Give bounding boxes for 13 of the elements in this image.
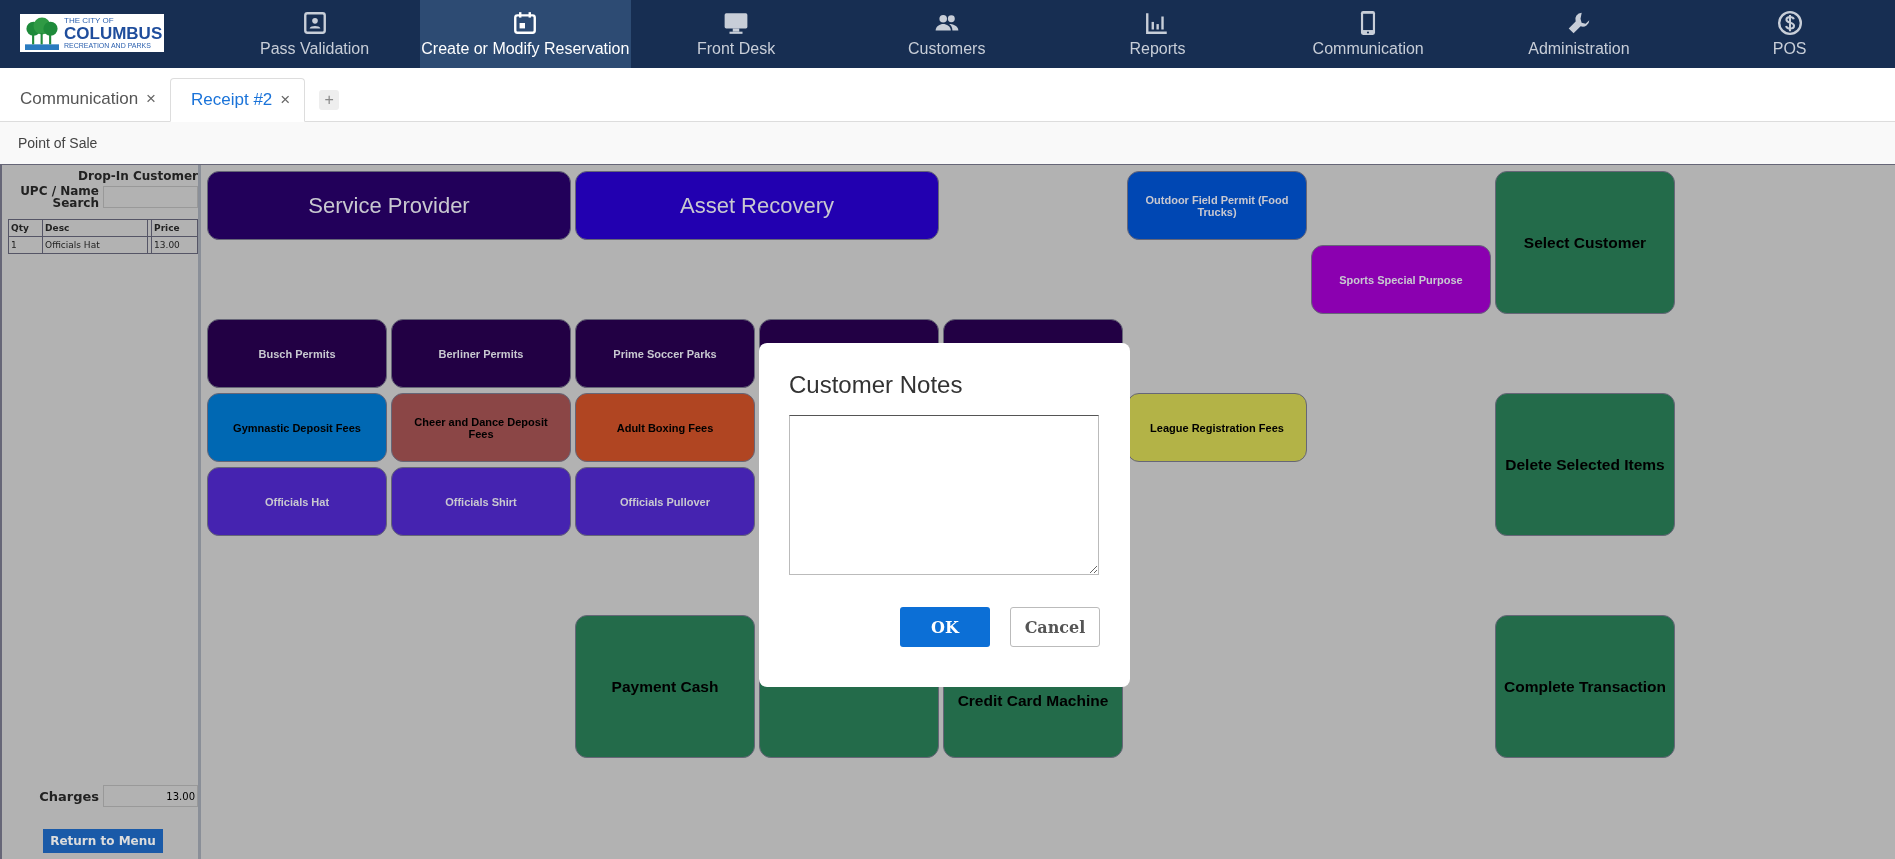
column-header: Price bbox=[151, 219, 198, 237]
column-header: Desc bbox=[42, 219, 148, 237]
table-cell: Officials Hat bbox=[42, 236, 148, 254]
table-cell: 13.00 bbox=[151, 236, 198, 254]
dialog-title: Customer Notes bbox=[789, 371, 964, 399]
table-cell: 1 bbox=[8, 236, 43, 254]
field-label: Charges bbox=[38, 789, 99, 803]
page-title: Point of Sale bbox=[18, 135, 98, 151]
logo-text: COLUMBUS bbox=[64, 25, 163, 42]
column-header: Qty bbox=[8, 219, 43, 237]
logo-text: THE CITY OF bbox=[64, 17, 115, 25]
customer-name: Drop-In Customer bbox=[77, 169, 198, 183]
field-label: UPC / Name Search bbox=[19, 185, 99, 209]
